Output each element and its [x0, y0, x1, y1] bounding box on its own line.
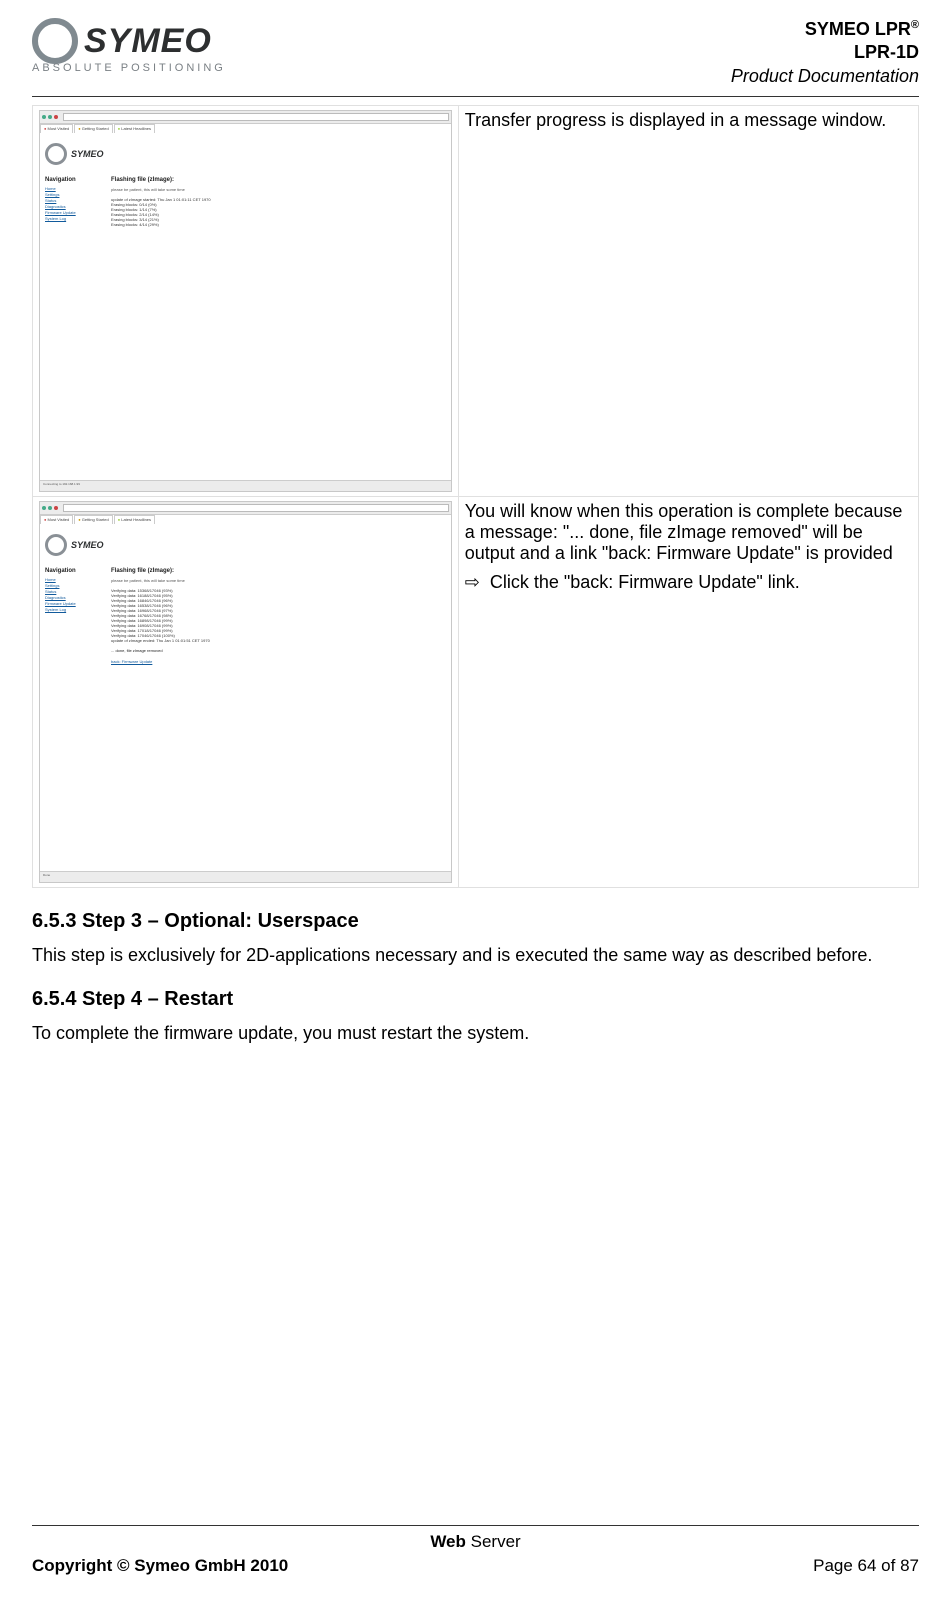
header-line1-sup: ®	[911, 19, 919, 31]
header-line1: SYMEO LPR	[805, 19, 911, 39]
section-6-5-4-body: To complete the firmware update, you mus…	[32, 1023, 919, 1044]
mini-screenshot-2: Most Visited Getting Started Latest Head…	[39, 501, 452, 883]
logo-circle-icon	[32, 18, 78, 64]
page-footer: Web Server Copyright © Symeo GmbH 2010 P…	[32, 1525, 919, 1576]
logo-word: SYMEO	[84, 22, 212, 61]
row1-description: Transfer progress is displayed in a mess…	[465, 110, 887, 130]
footer-center-rest: Server	[466, 1532, 521, 1551]
section-6-5-4-title: 6.5.4 Step 4 – Restart	[32, 988, 919, 1011]
table-row: Most Visited Getting Started Latest Head…	[33, 106, 919, 497]
row2-action-text: Click the "back: Firmware Update" link.	[490, 572, 800, 593]
page-header: SYMEO ABSOLUTE POSITIONING SYMEO LPR® LP…	[32, 18, 919, 97]
footer-copyright: Copyright © Symeo GmbH 2010	[32, 1556, 288, 1576]
table-row: Most Visited Getting Started Latest Head…	[33, 497, 919, 888]
screenshot-cell-1: Most Visited Getting Started Latest Head…	[33, 106, 459, 497]
footer-page-number: Page 64 of 87	[813, 1556, 919, 1576]
header-line2: LPR-1D	[731, 41, 919, 64]
section-6-5-3-body: This step is exclusively for 2D-applicat…	[32, 945, 919, 966]
content-area: Most Visited Getting Started Latest Head…	[32, 97, 919, 1525]
logo-subtitle: ABSOLUTE POSITIONING	[32, 62, 226, 74]
header-line3: Product Documentation	[731, 65, 919, 88]
row2-description: You will know when this operation is com…	[465, 501, 912, 564]
screenshot-cell-2: Most Visited Getting Started Latest Head…	[33, 497, 459, 888]
mini-screenshot-1: Most Visited Getting Started Latest Head…	[39, 110, 452, 492]
description-cell-1: Transfer progress is displayed in a mess…	[458, 106, 918, 497]
steps-table: Most Visited Getting Started Latest Head…	[32, 105, 919, 888]
footer-center-bold: Web	[430, 1532, 466, 1551]
description-cell-2: You will know when this operation is com…	[458, 497, 918, 888]
arrow-right-icon: ⇨	[465, 572, 480, 593]
header-text-block: SYMEO LPR® LPR-1D Product Documentation	[731, 18, 919, 88]
section-6-5-3-title: 6.5.3 Step 3 – Optional: Userspace	[32, 910, 919, 933]
logo-block: SYMEO ABSOLUTE POSITIONING	[32, 18, 226, 74]
